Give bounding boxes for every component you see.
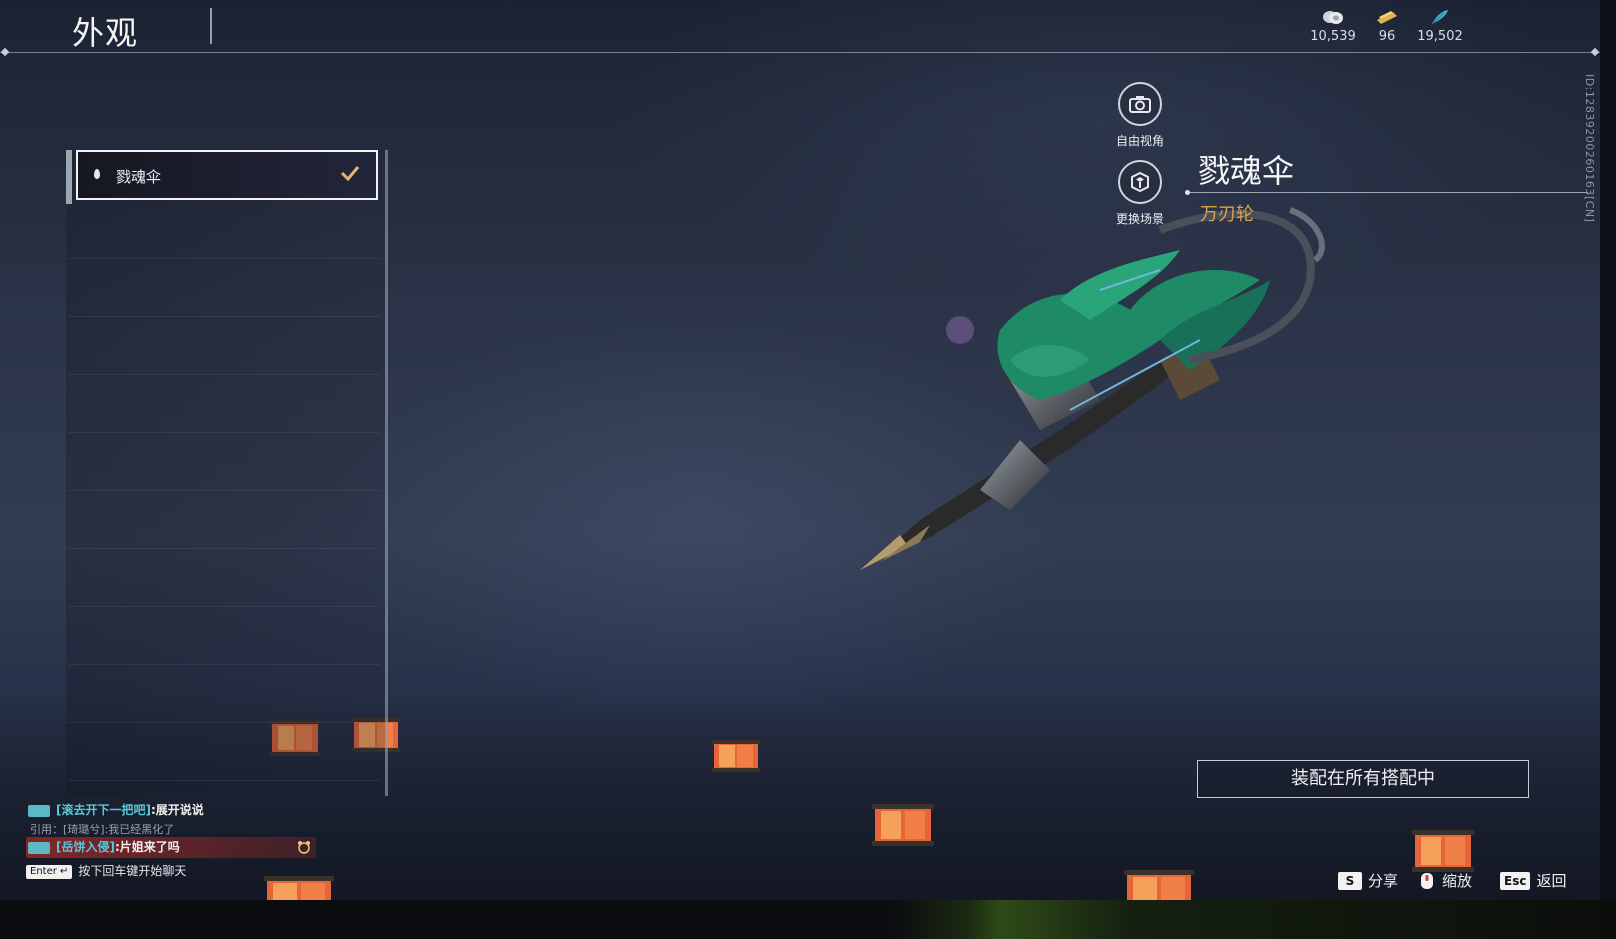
feather-icon xyxy=(1431,10,1448,25)
window-edge xyxy=(1600,0,1616,900)
currency-coins-value: 10,539 xyxy=(1310,29,1356,44)
lantern-decoration xyxy=(872,804,934,846)
list-empty-slot xyxy=(68,610,380,665)
list-empty-slot xyxy=(68,436,380,491)
chat-quote-line: 引用：[琦璐兮]:我已经黑化了 xyxy=(26,821,346,837)
list-empty-slot xyxy=(68,494,380,549)
lantern-decoration xyxy=(1124,870,1194,900)
chat-sender[interactable]: [滚去开下一把吧] xyxy=(56,803,151,817)
list-empty-slot xyxy=(68,320,380,375)
free-camera-button[interactable]: 自由视角 xyxy=(1105,82,1175,149)
chat-channel-icon xyxy=(28,841,50,854)
lantern-decoration xyxy=(712,740,760,772)
chat-panel: [滚去开下一把吧]:展开说说 引用：[琦璐兮]:我已经黑化了 [岳饼入侵]:片姐… xyxy=(26,800,346,882)
camera-icon xyxy=(1129,96,1151,113)
gold-ticket-icon xyxy=(1377,11,1397,24)
free-camera-circle[interactable] xyxy=(1118,82,1162,126)
emoji-icon xyxy=(298,841,310,854)
droplet-icon xyxy=(94,169,100,179)
weapon-model xyxy=(860,207,1325,570)
list-scrollbar[interactable] xyxy=(385,150,388,796)
list-empty-slot xyxy=(68,262,380,317)
lantern-decoration xyxy=(1412,830,1474,872)
currency-coins: 10,539 xyxy=(1303,8,1363,44)
coin-stack-icon xyxy=(1323,11,1343,24)
bottom-strip xyxy=(0,900,1616,939)
free-camera-label: 自由视角 xyxy=(1115,134,1164,148)
currency-tickets: 96 xyxy=(1357,8,1417,44)
check-icon xyxy=(340,166,360,182)
list-item-label: 戮魂伞 xyxy=(116,168,162,186)
item-type: 万刃轮 xyxy=(1200,204,1254,225)
currency-feathers-value: 19,502 xyxy=(1417,29,1463,44)
change-scene-label: 更换场景 xyxy=(1115,212,1164,226)
list-empty-slot xyxy=(68,204,380,259)
equip-all-outfits-button[interactable]: 装配在所有搭配中 xyxy=(1197,760,1529,798)
s-key-icon: S xyxy=(1338,871,1362,890)
chat-channel-icon xyxy=(28,804,50,817)
list-selection-marker xyxy=(66,150,72,204)
currency-feathers: 19,502 xyxy=(1410,8,1470,44)
share-label: 分享 xyxy=(1368,872,1399,890)
list-empty-slot xyxy=(68,726,380,781)
esc-key-icon: Esc xyxy=(1500,871,1531,890)
list-item-selected[interactable]: 戮魂伞 xyxy=(76,150,378,200)
enter-key-icon: Enter ↵ xyxy=(26,864,73,879)
item-title-divider xyxy=(1185,190,1588,195)
page-title: 外观 xyxy=(72,14,139,52)
item-name: 戮魂伞 xyxy=(1198,152,1295,190)
chat-quote: 引用：[琦璐兮]:我已经黑化了 xyxy=(30,823,175,836)
header-divider xyxy=(0,52,1600,53)
chat-hint-text: 按下回车键开始聊天 xyxy=(78,864,187,878)
player-id-text: ID:1283920026016​3[CN] xyxy=(1583,74,1596,223)
list-empty-slot xyxy=(68,668,380,723)
list-empty-slot xyxy=(68,378,380,433)
scene-cube-icon xyxy=(1131,171,1149,193)
back-shortcut[interactable]: Esc 返回 xyxy=(1500,870,1566,894)
chat-text: :展开说说 xyxy=(150,803,204,817)
share-shortcut[interactable]: S 分享 xyxy=(1338,870,1398,894)
mouse-scroll-icon xyxy=(1421,872,1433,889)
chat-message: [滚去开下一把吧]:展开说说 xyxy=(26,800,346,821)
chat-input-hint[interactable]: Enter ↵ 按下回车键开始聊天 xyxy=(26,861,346,882)
back-label: 返回 xyxy=(1536,872,1567,890)
change-scene-button[interactable]: 更换场景 xyxy=(1105,160,1175,227)
chat-sender[interactable]: [岳饼入侵] xyxy=(56,840,115,854)
header: 外观 10,539 96 19,502 xyxy=(0,0,1600,54)
title-divider xyxy=(210,8,212,44)
zoom-shortcut[interactable]: 缩放 xyxy=(1418,870,1472,894)
chat-message-highlighted: [岳饼入侵]:片姐来了吗 xyxy=(26,837,316,858)
list-empty-slot xyxy=(68,552,380,607)
chat-text: :片姐来了吗 xyxy=(114,840,180,854)
change-scene-circle[interactable] xyxy=(1118,160,1162,204)
zoom-label: 缩放 xyxy=(1442,872,1473,890)
currency-tickets-value: 96 xyxy=(1378,29,1396,44)
